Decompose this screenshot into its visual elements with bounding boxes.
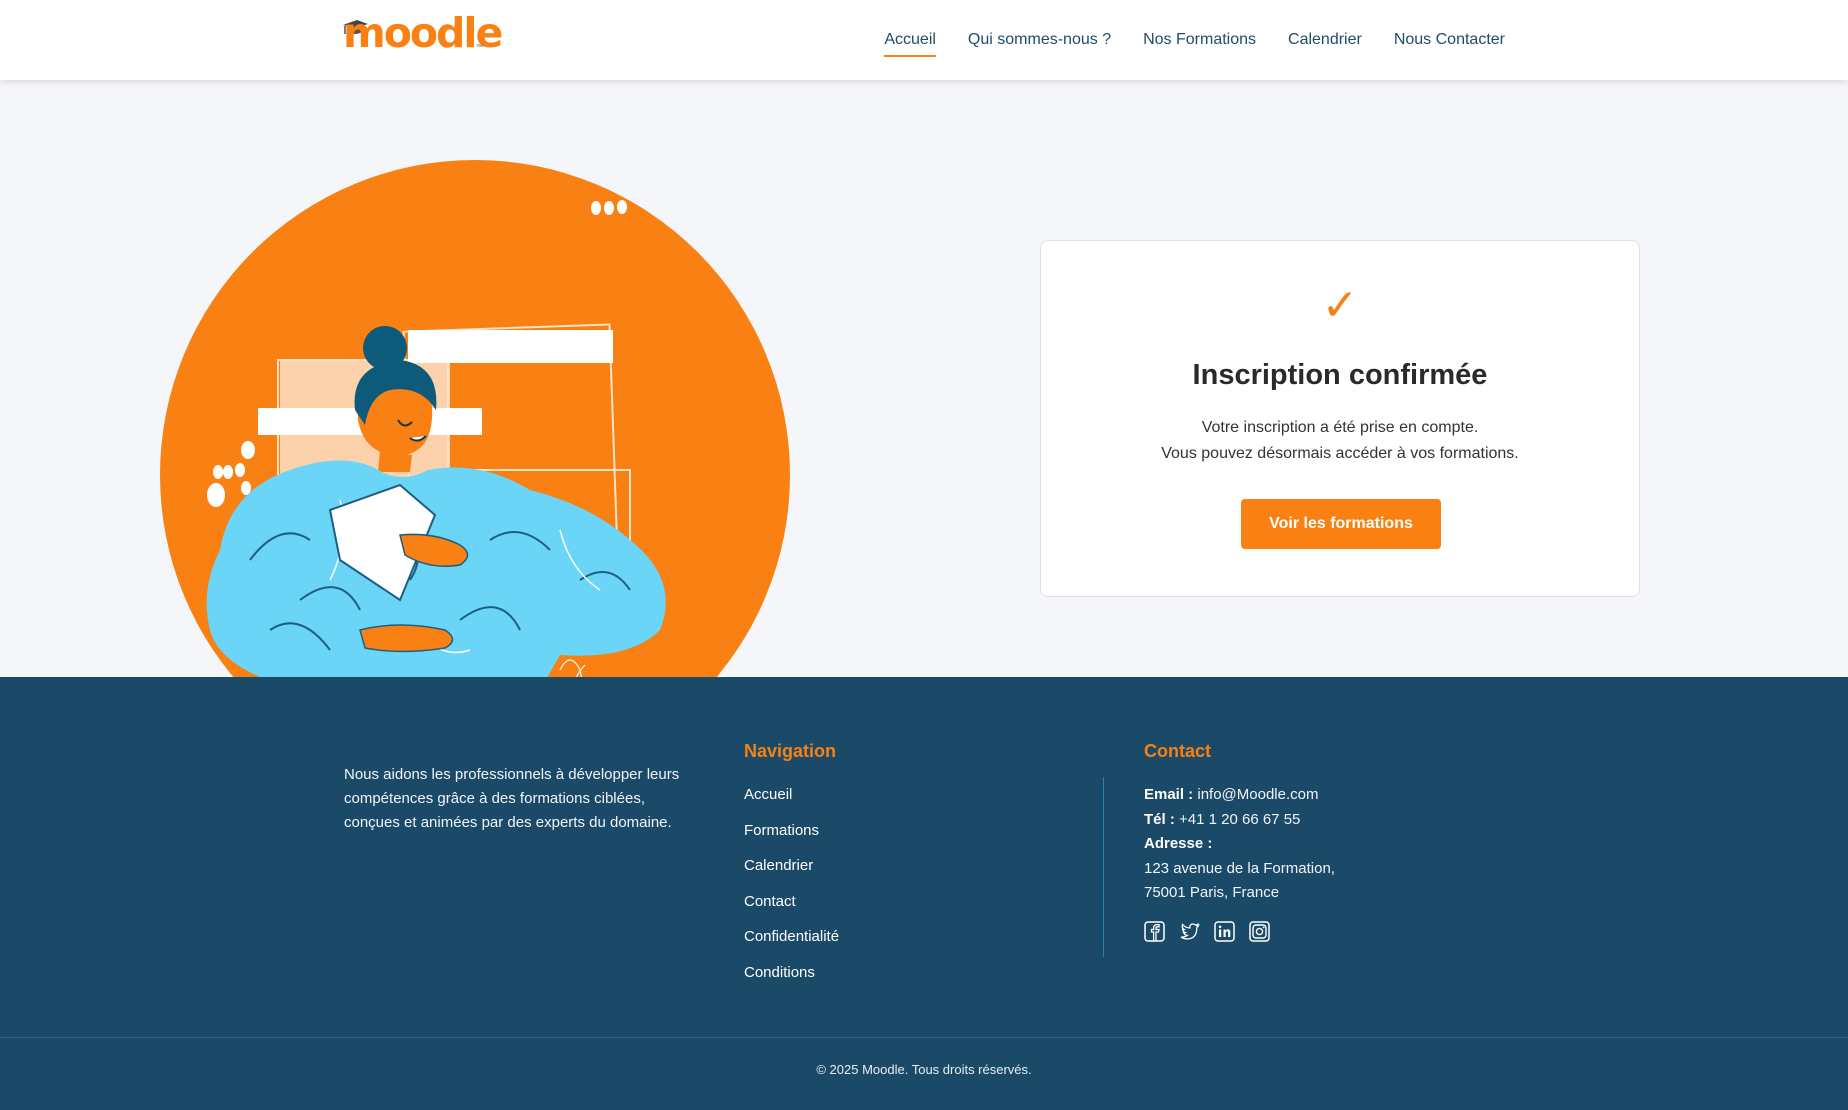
site-header: moodle ™ Accueil Qui sommes-nous ? Nos F… bbox=[0, 0, 1848, 80]
footer-contact-title: Contact bbox=[1144, 741, 1211, 761]
checkmark-icon: ✓ bbox=[1321, 280, 1359, 331]
contact-address-label: Adresse : bbox=[1144, 835, 1213, 852]
footer-link-confidentialite[interactable]: Confidentialité bbox=[744, 927, 839, 963]
contact-email: Email : info@Moodle.com bbox=[1144, 786, 1319, 803]
nav-nous-contacter[interactable]: Nous Contacter bbox=[1394, 25, 1505, 55]
site-footer: Nous aidons les professionnels à dévelop… bbox=[0, 677, 1848, 1110]
footer-link-conditions[interactable]: Conditions bbox=[744, 963, 839, 999]
confirmation-line-1: Votre inscription a été prise en compte. bbox=[1201, 419, 1479, 436]
contact-address-line-1: 123 avenue de la Formation, bbox=[1144, 859, 1335, 877]
footer-bottom-rule bbox=[0, 1037, 1848, 1038]
social-links bbox=[1144, 921, 1270, 942]
footer-link-accueil[interactable]: Accueil bbox=[744, 785, 839, 821]
logo-trademark: ™ bbox=[476, 44, 483, 51]
facebook-icon[interactable] bbox=[1144, 921, 1165, 942]
footer-navigation-list: Accueil Formations Calendrier Contact Co… bbox=[744, 785, 839, 999]
student-illustration bbox=[160, 160, 790, 677]
footer-navigation-title: Navigation bbox=[744, 741, 837, 761]
footer-link-calendrier[interactable]: Calendrier bbox=[744, 856, 839, 892]
confirmation-title: Inscription confirmée bbox=[1192, 359, 1488, 391]
footer-link-formations[interactable]: Formations bbox=[744, 821, 839, 857]
moodle-logo[interactable]: moodle ™ bbox=[343, 9, 503, 57]
nav-nos-formations[interactable]: Nos Formations bbox=[1143, 25, 1256, 55]
confirmation-message: Votre inscription a été prise en compte.… bbox=[1041, 415, 1639, 467]
confirmation-card: ✓ Inscription confirmée Votre inscriptio… bbox=[1040, 240, 1640, 597]
contact-phone-value[interactable]: +41 1 20 66 67 55 bbox=[1179, 811, 1300, 828]
contact-email-value[interactable]: info@Moodle.com bbox=[1197, 786, 1318, 803]
nav-accueil[interactable]: Accueil bbox=[884, 25, 936, 57]
instagram-icon[interactable] bbox=[1249, 921, 1270, 942]
confirmation-line-2: Vous pouvez désormais accéder à vos form… bbox=[1161, 445, 1519, 462]
twitter-icon[interactable] bbox=[1179, 921, 1200, 942]
footer-link-contact[interactable]: Contact bbox=[744, 892, 839, 928]
footer-contact-details: Email : info@Moodle.com Tél : +41 1 20 6… bbox=[1144, 783, 1335, 906]
footer-about-text: Nous aidons les professionnels à dévelop… bbox=[344, 766, 680, 831]
contact-phone: Tél : +41 1 20 66 67 55 bbox=[1144, 810, 1301, 828]
contact-address-line-2: 75001 Paris, France bbox=[1144, 884, 1280, 901]
footer-divider bbox=[1103, 777, 1104, 957]
nav-calendrier[interactable]: Calendrier bbox=[1288, 25, 1362, 55]
confirmation-hero: ✓ Inscription confirmée Votre inscriptio… bbox=[0, 80, 1848, 677]
copyright-text: © 2025 Moodle. Tous droits réservés. bbox=[816, 1062, 1032, 1077]
linkedin-icon[interactable] bbox=[1214, 921, 1235, 942]
nav-qui-sommes-nous[interactable]: Qui sommes-nous ? bbox=[968, 25, 1111, 55]
main-nav: Accueil Qui sommes-nous ? Nos Formations… bbox=[884, 0, 1505, 80]
voir-formations-button[interactable]: Voir les formations bbox=[1241, 499, 1441, 549]
